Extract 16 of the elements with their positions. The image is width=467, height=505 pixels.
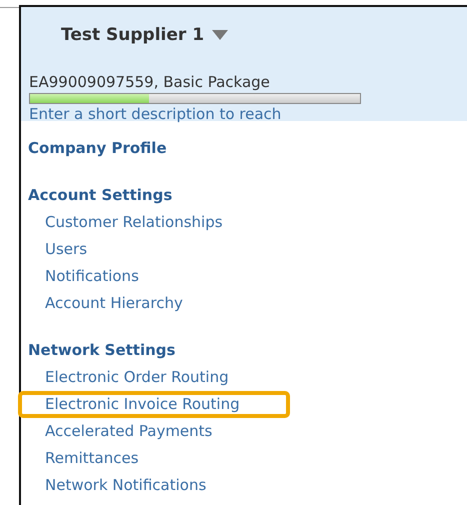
nav-link[interactable]: Customer Relationships [28, 209, 223, 236]
nav-link[interactable]: Electronic Invoice Routing [18, 391, 290, 418]
nav-link[interactable]: Remittances [28, 445, 139, 472]
nav-link[interactable]: Network Notifications [28, 472, 206, 499]
section-heading: Network Settings [28, 340, 176, 361]
nav-link[interactable]: Notifications [28, 263, 139, 290]
profile-hint-link[interactable]: Enter a short description to reach [29, 105, 282, 123]
section-heading: Account Settings [28, 185, 172, 206]
nav-link[interactable]: Users [28, 236, 88, 263]
supplier-name[interactable]: Test Supplier 1 [61, 25, 204, 45]
nav-link[interactable]: Company Profile [28, 135, 167, 162]
account-info: EA99009097559, Basic Package [29, 73, 271, 91]
nav-link[interactable]: Account Hierarchy [28, 290, 183, 317]
caret-icon[interactable] [212, 30, 228, 40]
nav-link[interactable]: Electronic Order Routing [28, 364, 229, 391]
nav-link[interactable]: Accelerated Payments [28, 418, 212, 445]
